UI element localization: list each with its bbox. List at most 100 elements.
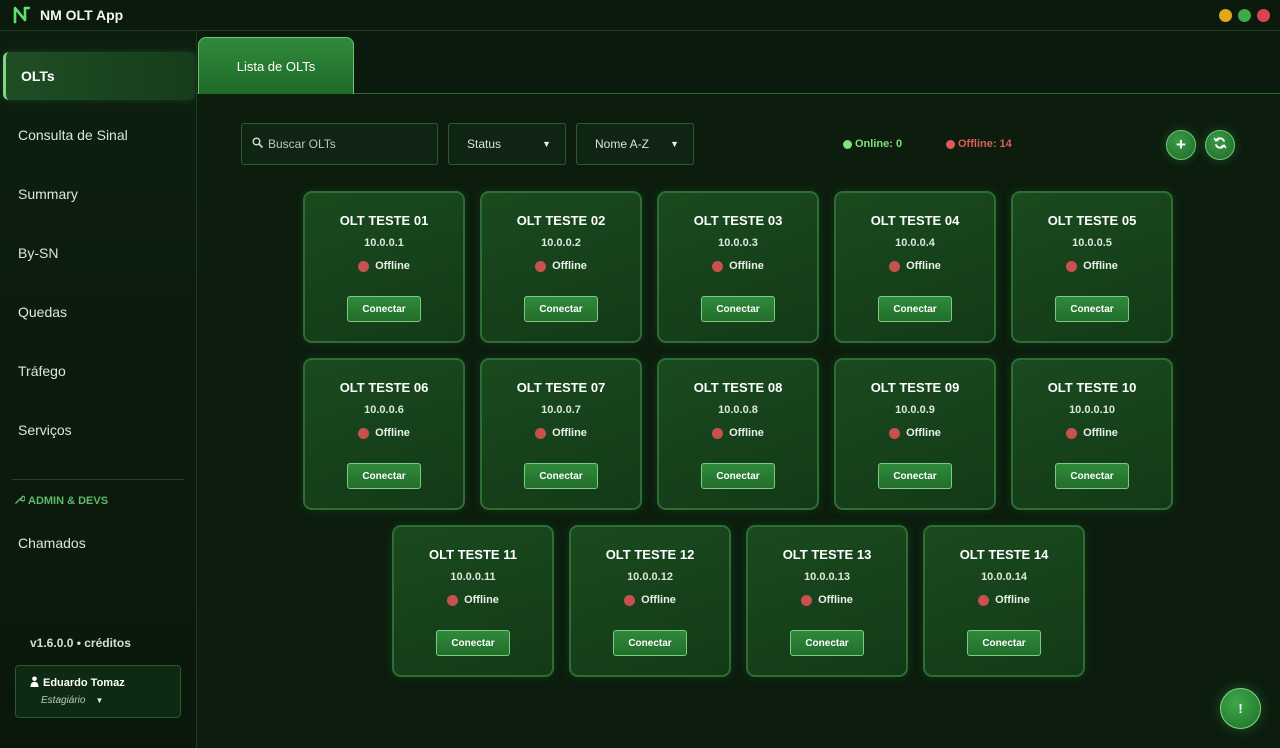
status-filter-value: Status <box>467 137 502 151</box>
olt-status: Offline <box>659 260 817 272</box>
maximize-button[interactable] <box>1238 9 1251 22</box>
user-name-text: Eduardo Tomaz <box>43 677 125 689</box>
olt-card[interactable]: OLT TESTE 06 10.0.0.6 Offline Conectar <box>303 358 465 510</box>
user-profile[interactable]: Eduardo Tomaz Estagiário ▼ <box>15 665 181 718</box>
exclamation-icon: ! <box>1238 701 1243 716</box>
status-dot-icon <box>978 594 990 606</box>
search-box[interactable] <box>241 123 438 165</box>
olt-card[interactable]: OLT TESTE 11 10.0.0.11 Offline Conectar <box>392 525 554 677</box>
olt-status-text: Offline <box>906 427 941 439</box>
status-dot-icon <box>535 260 547 272</box>
olt-card[interactable]: OLT TESTE 10 10.0.0.10 Offline Conectar <box>1011 358 1173 510</box>
olt-card[interactable]: OLT TESTE 13 10.0.0.13 Offline Conectar <box>746 525 908 677</box>
minimize-button[interactable] <box>1219 9 1232 22</box>
connect-button[interactable]: Conectar <box>347 463 421 489</box>
connect-button[interactable]: Conectar <box>967 630 1041 656</box>
olt-card[interactable]: OLT TESTE 14 10.0.0.14 Offline Conectar <box>923 525 1085 677</box>
olt-name: OLT TESTE 05 <box>1047 213 1137 228</box>
sort-select-value: Nome A-Z <box>595 137 650 151</box>
olt-name: OLT TESTE 11 <box>429 547 517 562</box>
version-credits[interactable]: v1.6.0.0 • créditos <box>30 636 131 650</box>
olt-ip: 10.0.0.5 <box>1072 237 1112 249</box>
sidebar-item-olts[interactable]: OLTs <box>3 52 195 100</box>
refresh-button[interactable] <box>1205 130 1235 160</box>
sidebar-item-summary[interactable]: Summary <box>0 170 196 218</box>
sidebar-item-trafego[interactable]: Tráfego <box>0 347 196 395</box>
olt-name: OLT TESTE 04 <box>870 213 960 228</box>
status-dot-icon <box>535 427 547 439</box>
connect-button[interactable]: Conectar <box>524 296 598 322</box>
olt-name: OLT TESTE 02 <box>516 213 606 228</box>
connect-button[interactable]: Conectar <box>878 296 952 322</box>
olt-name: OLT TESTE 14 <box>959 547 1049 562</box>
sidebar-divider <box>12 479 184 480</box>
connect-button[interactable]: Conectar <box>701 463 775 489</box>
connect-button[interactable]: Conectar <box>878 463 952 489</box>
olt-card[interactable]: OLT TESTE 01 10.0.0.1 Offline Conectar <box>303 191 465 343</box>
connect-button[interactable]: Conectar <box>1055 463 1129 489</box>
olt-card[interactable]: OLT TESTE 05 10.0.0.5 Offline Conectar <box>1011 191 1173 343</box>
connect-button[interactable]: Conectar <box>613 630 687 656</box>
connect-button[interactable]: Conectar <box>436 630 510 656</box>
olt-status-text: Offline <box>641 594 676 606</box>
user-icon <box>30 676 39 690</box>
chevron-down-icon: ▼ <box>95 696 104 705</box>
olt-name: OLT TESTE 03 <box>693 213 783 228</box>
connect-button[interactable]: Conectar <box>347 296 421 322</box>
search-input[interactable] <box>268 137 428 151</box>
olt-ip: 10.0.0.14 <box>981 571 1027 583</box>
chevron-down-icon: ▼ <box>542 139 551 149</box>
olt-status-text: Offline <box>375 260 410 272</box>
sort-select[interactable]: Nome A-Z ▼ <box>576 123 694 165</box>
sidebar-item-by-sn[interactable]: By-SN <box>0 229 196 277</box>
user-name: Eduardo Tomaz <box>30 676 125 690</box>
online-count-text: Online: 0 <box>855 138 903 150</box>
sidebar-item-chamados[interactable]: Chamados <box>0 519 196 567</box>
help-button[interactable]: ! <box>1220 688 1261 729</box>
online-dot-icon <box>843 139 852 149</box>
olt-ip: 10.0.0.2 <box>541 237 581 249</box>
olt-status: Offline <box>394 594 552 606</box>
olt-card[interactable]: OLT TESTE 09 10.0.0.9 Offline Conectar <box>834 358 996 510</box>
status-dot-icon <box>447 594 459 606</box>
chevron-down-icon: ▼ <box>670 139 679 149</box>
olt-card[interactable]: OLT TESTE 07 10.0.0.7 Offline Conectar <box>480 358 642 510</box>
olt-status: Offline <box>482 260 640 272</box>
app-title: NM OLT App <box>40 7 124 23</box>
olt-status-text: Offline <box>464 594 499 606</box>
olt-ip: 10.0.0.3 <box>718 237 758 249</box>
status-dot-icon <box>624 594 636 606</box>
olt-status-text: Offline <box>1083 260 1118 272</box>
sidebar-item-servicos[interactable]: Serviços <box>0 406 196 454</box>
olt-name: OLT TESTE 07 <box>516 380 606 395</box>
status-dot-icon <box>712 260 724 272</box>
olt-card[interactable]: OLT TESTE 02 10.0.0.2 Offline Conectar <box>480 191 642 343</box>
olt-status: Offline <box>748 594 906 606</box>
status-filter[interactable]: Status ▼ <box>448 123 566 165</box>
olt-status: Offline <box>925 594 1083 606</box>
olt-card[interactable]: OLT TESTE 08 10.0.0.8 Offline Conectar <box>657 358 819 510</box>
connect-button[interactable]: Conectar <box>524 463 598 489</box>
connect-button[interactable]: Conectar <box>790 630 864 656</box>
olt-card[interactable]: OLT TESTE 04 10.0.0.4 Offline Conectar <box>834 191 996 343</box>
sidebar-item-consulta-de-sinal[interactable]: Consulta de Sinal <box>0 111 196 159</box>
offline-count: Offline: 14 <box>946 138 1012 150</box>
olt-card[interactable]: OLT TESTE 03 10.0.0.3 Offline Conectar <box>657 191 819 343</box>
close-button[interactable] <box>1257 9 1270 22</box>
window-controls <box>1219 9 1270 22</box>
olt-ip: 10.0.0.4 <box>895 237 935 249</box>
status-dot-icon <box>889 427 901 439</box>
olt-status-text: Offline <box>818 594 853 606</box>
connect-button[interactable]: Conectar <box>1055 296 1129 322</box>
tab-lista-de-olts[interactable]: Lista de OLTs <box>198 37 354 94</box>
sidebar-item-quedas[interactable]: Quedas <box>0 288 196 336</box>
olt-card[interactable]: OLT TESTE 12 10.0.0.12 Offline Conectar <box>569 525 731 677</box>
olt-status-text: Offline <box>729 260 764 272</box>
olt-status: Offline <box>836 427 994 439</box>
add-olt-button[interactable]: + <box>1166 130 1196 160</box>
user-role-selector[interactable]: Estagiário ▼ <box>41 695 103 706</box>
wrench-icon <box>14 494 26 508</box>
offline-count-text: Offline: 14 <box>958 138 1012 150</box>
connect-button[interactable]: Conectar <box>701 296 775 322</box>
app-logo-icon <box>12 5 32 25</box>
